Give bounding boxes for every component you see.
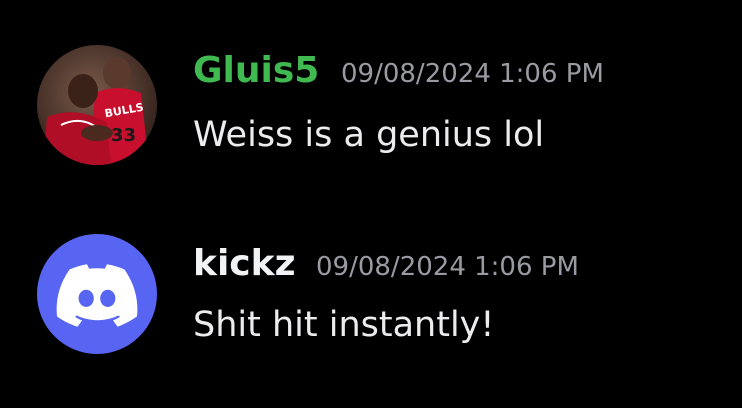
user-avatar[interactable]: BULLS 33: [37, 45, 157, 165]
username[interactable]: Gluis5: [193, 53, 319, 89]
chat-message: BULLS 33 Gluis5 09/08/2024 1:06 PM Weiss…: [0, 45, 742, 185]
chat-message: kickz 09/08/2024 1:06 PM Shit hit instan…: [0, 234, 742, 374]
username[interactable]: kickz: [193, 246, 296, 282]
discord-logo-icon: [56, 264, 138, 327]
user-avatar[interactable]: [37, 234, 157, 354]
message-text: Weiss is a genius lol: [193, 115, 545, 155]
svg-text:33: 33: [111, 125, 136, 146]
timestamp: 09/08/2024 1:06 PM: [341, 59, 604, 89]
photo-avatar: BULLS 33: [37, 45, 157, 165]
message-text: Shit hit instantly!: [193, 305, 495, 345]
timestamp: 09/08/2024 1:06 PM: [316, 252, 579, 282]
